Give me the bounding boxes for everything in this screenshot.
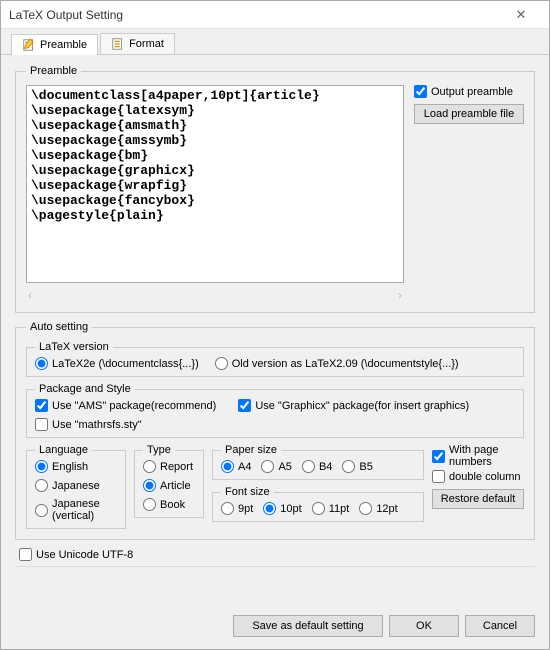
lang-japanese-vertical-radio[interactable]: Japanese (vertical) bbox=[35, 498, 117, 522]
preamble-legend: Preamble bbox=[26, 65, 81, 77]
dialog-window: LaTeX Output Setting ✕ Preamble Format P… bbox=[0, 0, 550, 650]
type-legend: Type bbox=[143, 444, 175, 456]
output-preamble-input[interactable] bbox=[414, 85, 427, 98]
page-numbers-checkbox[interactable]: With page numbers bbox=[432, 444, 524, 468]
font-12pt-radio[interactable]: 12pt bbox=[359, 502, 397, 515]
unicode-label: Use Unicode UTF-8 bbox=[36, 549, 133, 561]
font-10pt-radio[interactable]: 10pt bbox=[263, 502, 301, 515]
package-style-group: Package and Style Use "AMS" package(reco… bbox=[26, 383, 524, 438]
close-icon[interactable]: ✕ bbox=[501, 7, 541, 23]
paper-a5-radio[interactable]: A5 bbox=[261, 460, 291, 473]
tab-format-label: Format bbox=[129, 38, 164, 50]
paper-b5-radio[interactable]: B5 bbox=[342, 460, 372, 473]
double-column-checkbox[interactable]: double column bbox=[432, 470, 524, 483]
preamble-icon bbox=[22, 38, 36, 52]
window-title: LaTeX Output Setting bbox=[9, 8, 501, 22]
font-size-group: Font size 9pt 10pt 11pt 12pt bbox=[212, 486, 424, 522]
type-group: Type Report Article Book bbox=[134, 444, 204, 518]
footer-buttons: Save as default setting OK Cancel bbox=[1, 607, 549, 649]
lang-japanese-radio[interactable]: Japanese bbox=[35, 479, 117, 492]
language-legend: Language bbox=[35, 444, 92, 456]
language-group: Language English Japanese Japanese (vert… bbox=[26, 444, 126, 529]
divider bbox=[15, 566, 535, 567]
latex209-radio[interactable]: Old version as LaTeX2.09 (\documentstyle… bbox=[215, 357, 459, 370]
type-report-radio[interactable]: Report bbox=[143, 460, 195, 473]
paper-size-legend: Paper size bbox=[221, 444, 281, 456]
tab-preamble-label: Preamble bbox=[40, 39, 87, 51]
tab-bar: Preamble Format bbox=[1, 29, 549, 55]
scroll-left-icon[interactable]: ‹ bbox=[28, 288, 32, 302]
paper-size-group: Paper size A4 A5 B4 B5 bbox=[212, 444, 424, 480]
type-article-radio[interactable]: Article bbox=[143, 479, 195, 492]
font-11pt-radio[interactable]: 11pt bbox=[312, 502, 350, 515]
package-style-legend: Package and Style bbox=[35, 383, 135, 395]
type-book-radio[interactable]: Book bbox=[143, 498, 195, 511]
format-icon bbox=[111, 37, 125, 51]
tab-format[interactable]: Format bbox=[100, 33, 175, 54]
auto-setting-legend: Auto setting bbox=[26, 321, 92, 333]
output-preamble-checkbox[interactable]: Output preamble bbox=[414, 85, 524, 98]
paper-a4-radio[interactable]: A4 bbox=[221, 460, 251, 473]
load-preamble-button[interactable]: Load preamble file bbox=[414, 104, 524, 124]
ams-checkbox[interactable]: Use "AMS" package(recommend) bbox=[35, 399, 216, 412]
graphicx-checkbox[interactable]: Use "Graphicx" package(for insert graphi… bbox=[238, 399, 469, 412]
content-pane: Preamble ‹› Output preamble Load preambl… bbox=[1, 55, 549, 607]
save-default-button[interactable]: Save as default setting bbox=[233, 615, 383, 637]
output-preamble-label: Output preamble bbox=[431, 86, 513, 98]
mathrsfs-checkbox[interactable]: Use "mathrsfs.sty" bbox=[35, 418, 142, 431]
paper-b4-radio[interactable]: B4 bbox=[302, 460, 332, 473]
preamble-textarea[interactable] bbox=[26, 85, 404, 283]
latex-version-group: LaTeX version LaTeX2e (\documentclass{..… bbox=[26, 341, 524, 377]
latex2e-radio[interactable]: LaTeX2e (\documentclass{...}) bbox=[35, 357, 199, 370]
scroll-right-icon[interactable]: › bbox=[398, 288, 402, 302]
ok-button[interactable]: OK bbox=[389, 615, 459, 637]
unicode-checkbox[interactable]: Use Unicode UTF-8 bbox=[19, 548, 133, 561]
font-size-legend: Font size bbox=[221, 486, 274, 498]
titlebar: LaTeX Output Setting ✕ bbox=[1, 1, 549, 29]
lang-english-radio[interactable]: English bbox=[35, 460, 117, 473]
restore-default-button[interactable]: Restore default bbox=[432, 489, 524, 509]
horizontal-scrollbar[interactable]: ‹› bbox=[26, 286, 404, 302]
auto-setting-group: Auto setting LaTeX version LaTeX2e (\doc… bbox=[15, 321, 535, 540]
latex-version-legend: LaTeX version bbox=[35, 341, 113, 353]
preamble-group: Preamble ‹› Output preamble Load preambl… bbox=[15, 65, 535, 313]
font-9pt-radio[interactable]: 9pt bbox=[221, 502, 253, 515]
tab-preamble[interactable]: Preamble bbox=[11, 34, 98, 55]
cancel-button[interactable]: Cancel bbox=[465, 615, 535, 637]
